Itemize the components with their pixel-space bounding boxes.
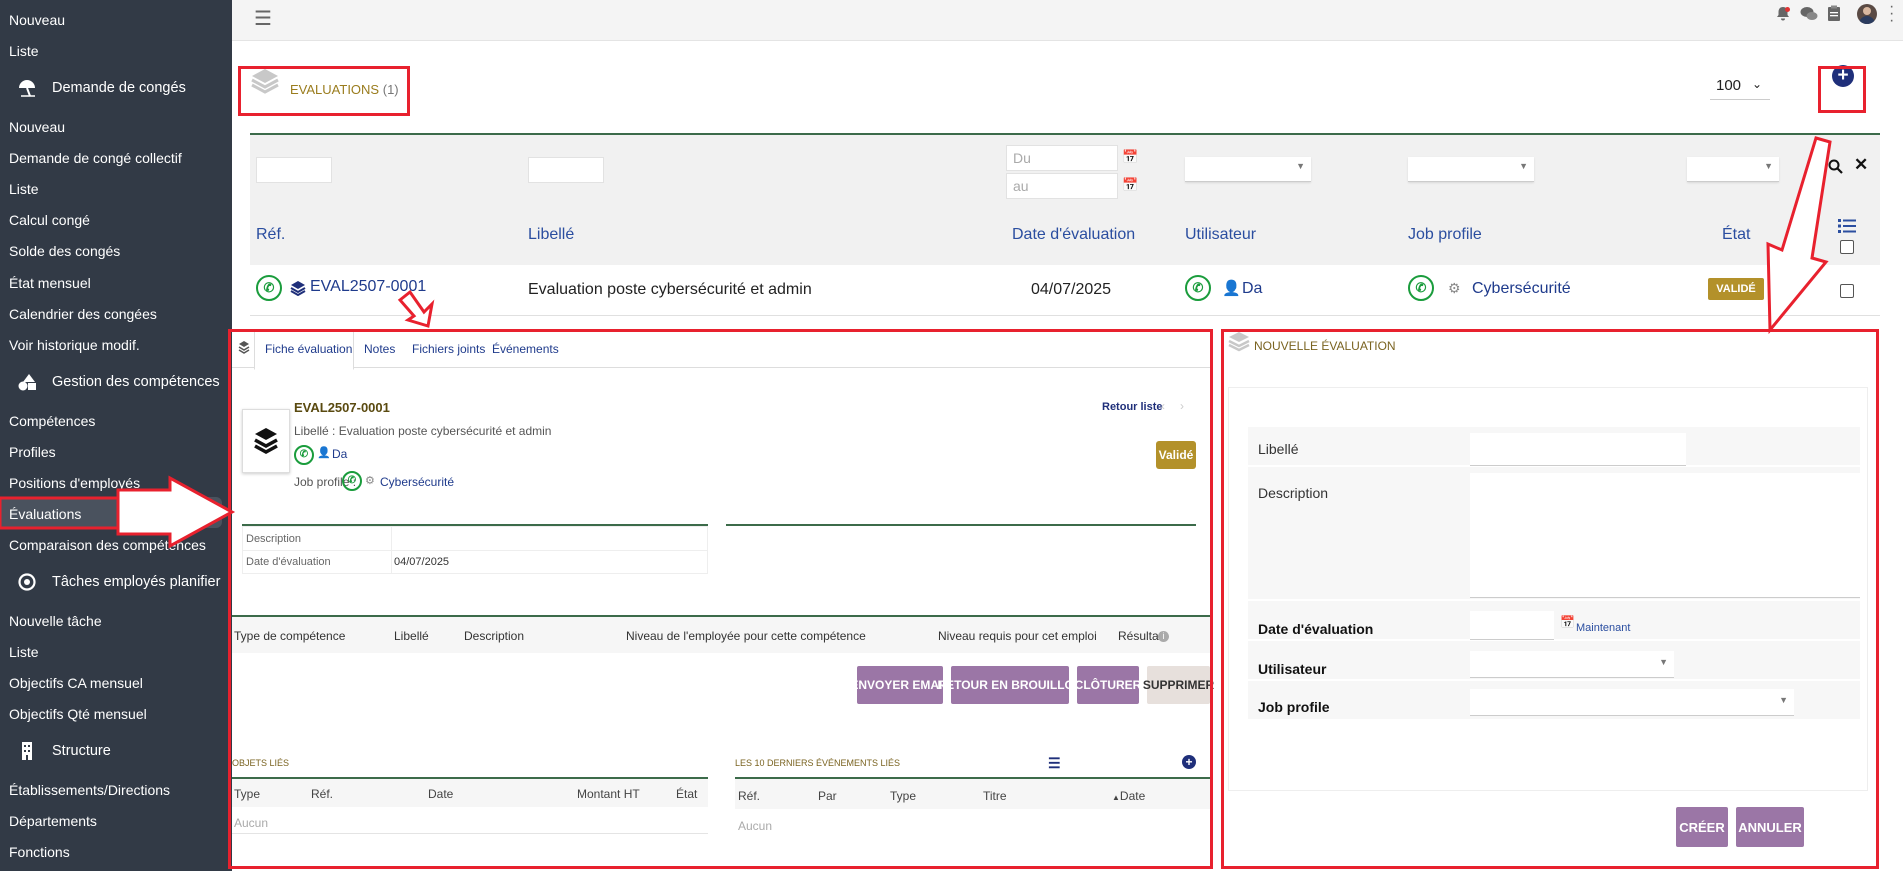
annotation-arrows (0, 136, 1832, 549)
